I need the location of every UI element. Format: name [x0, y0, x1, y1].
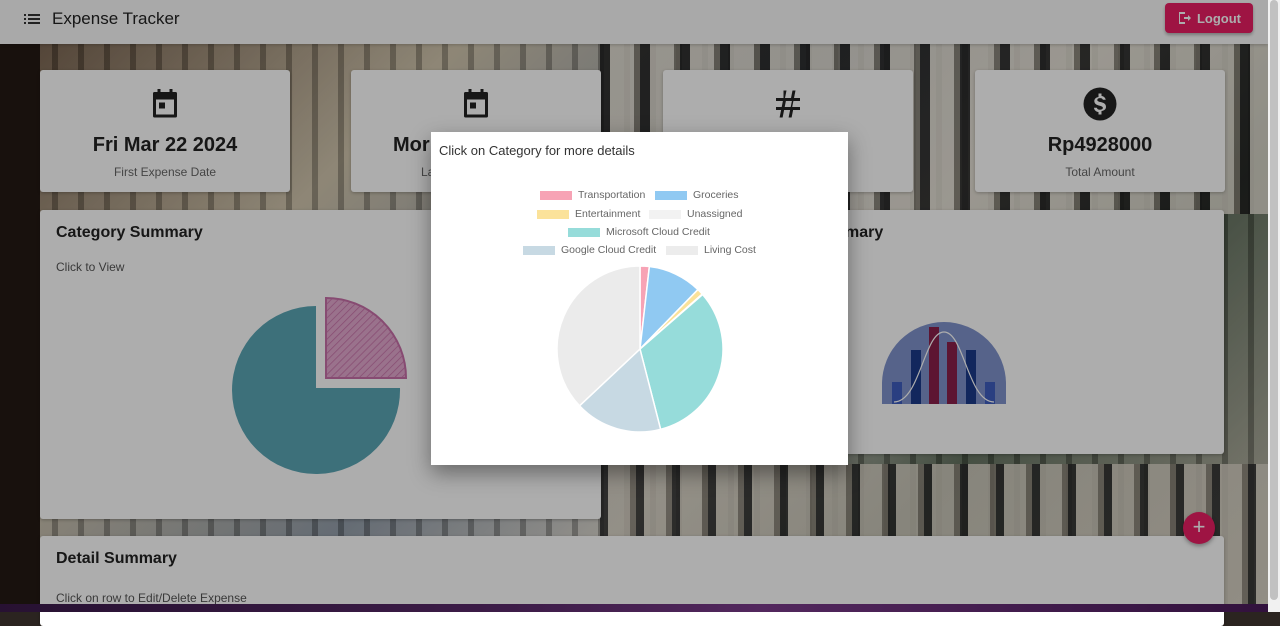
legend-label: Entertainment: [575, 208, 641, 220]
legend-item-transportation[interactable]: Transportation: [540, 189, 645, 201]
legend-item-living-cost[interactable]: Living Cost: [666, 244, 756, 256]
legend-label: Google Cloud Credit: [561, 244, 657, 256]
legend-label: Unassigned: [687, 208, 743, 220]
legend-swatch: [568, 227, 600, 237]
legend-swatch: [666, 245, 698, 255]
category-dialog: Click on Category for more details Trans…: [431, 132, 848, 465]
legend-swatch: [540, 190, 572, 200]
legend-item-groceries[interactable]: Groceries: [655, 189, 739, 201]
legend-label: Living Cost: [704, 244, 756, 256]
legend-swatch: [537, 209, 569, 219]
legend-label: Transportation: [578, 189, 646, 201]
legend-swatch: [655, 190, 687, 200]
legend-label: Microsoft Cloud Credit: [606, 226, 710, 238]
scrollbar-thumb[interactable]: [1270, 0, 1278, 600]
legend-item-unassigned[interactable]: Unassigned: [649, 208, 742, 220]
legend-swatch: [523, 245, 555, 255]
category-pie-chart[interactable]: [555, 264, 725, 434]
legend-item-microsoft-cloud-credit[interactable]: Microsoft Cloud Credit: [568, 226, 710, 238]
dialog-title: Click on Category for more details: [439, 143, 635, 158]
legend-item-entertainment[interactable]: Entertainment: [537, 208, 640, 220]
legend-item-google-cloud-credit[interactable]: Google Cloud Credit: [523, 244, 656, 256]
legend-swatch: [649, 209, 681, 219]
legend-label: Groceries: [693, 189, 739, 201]
